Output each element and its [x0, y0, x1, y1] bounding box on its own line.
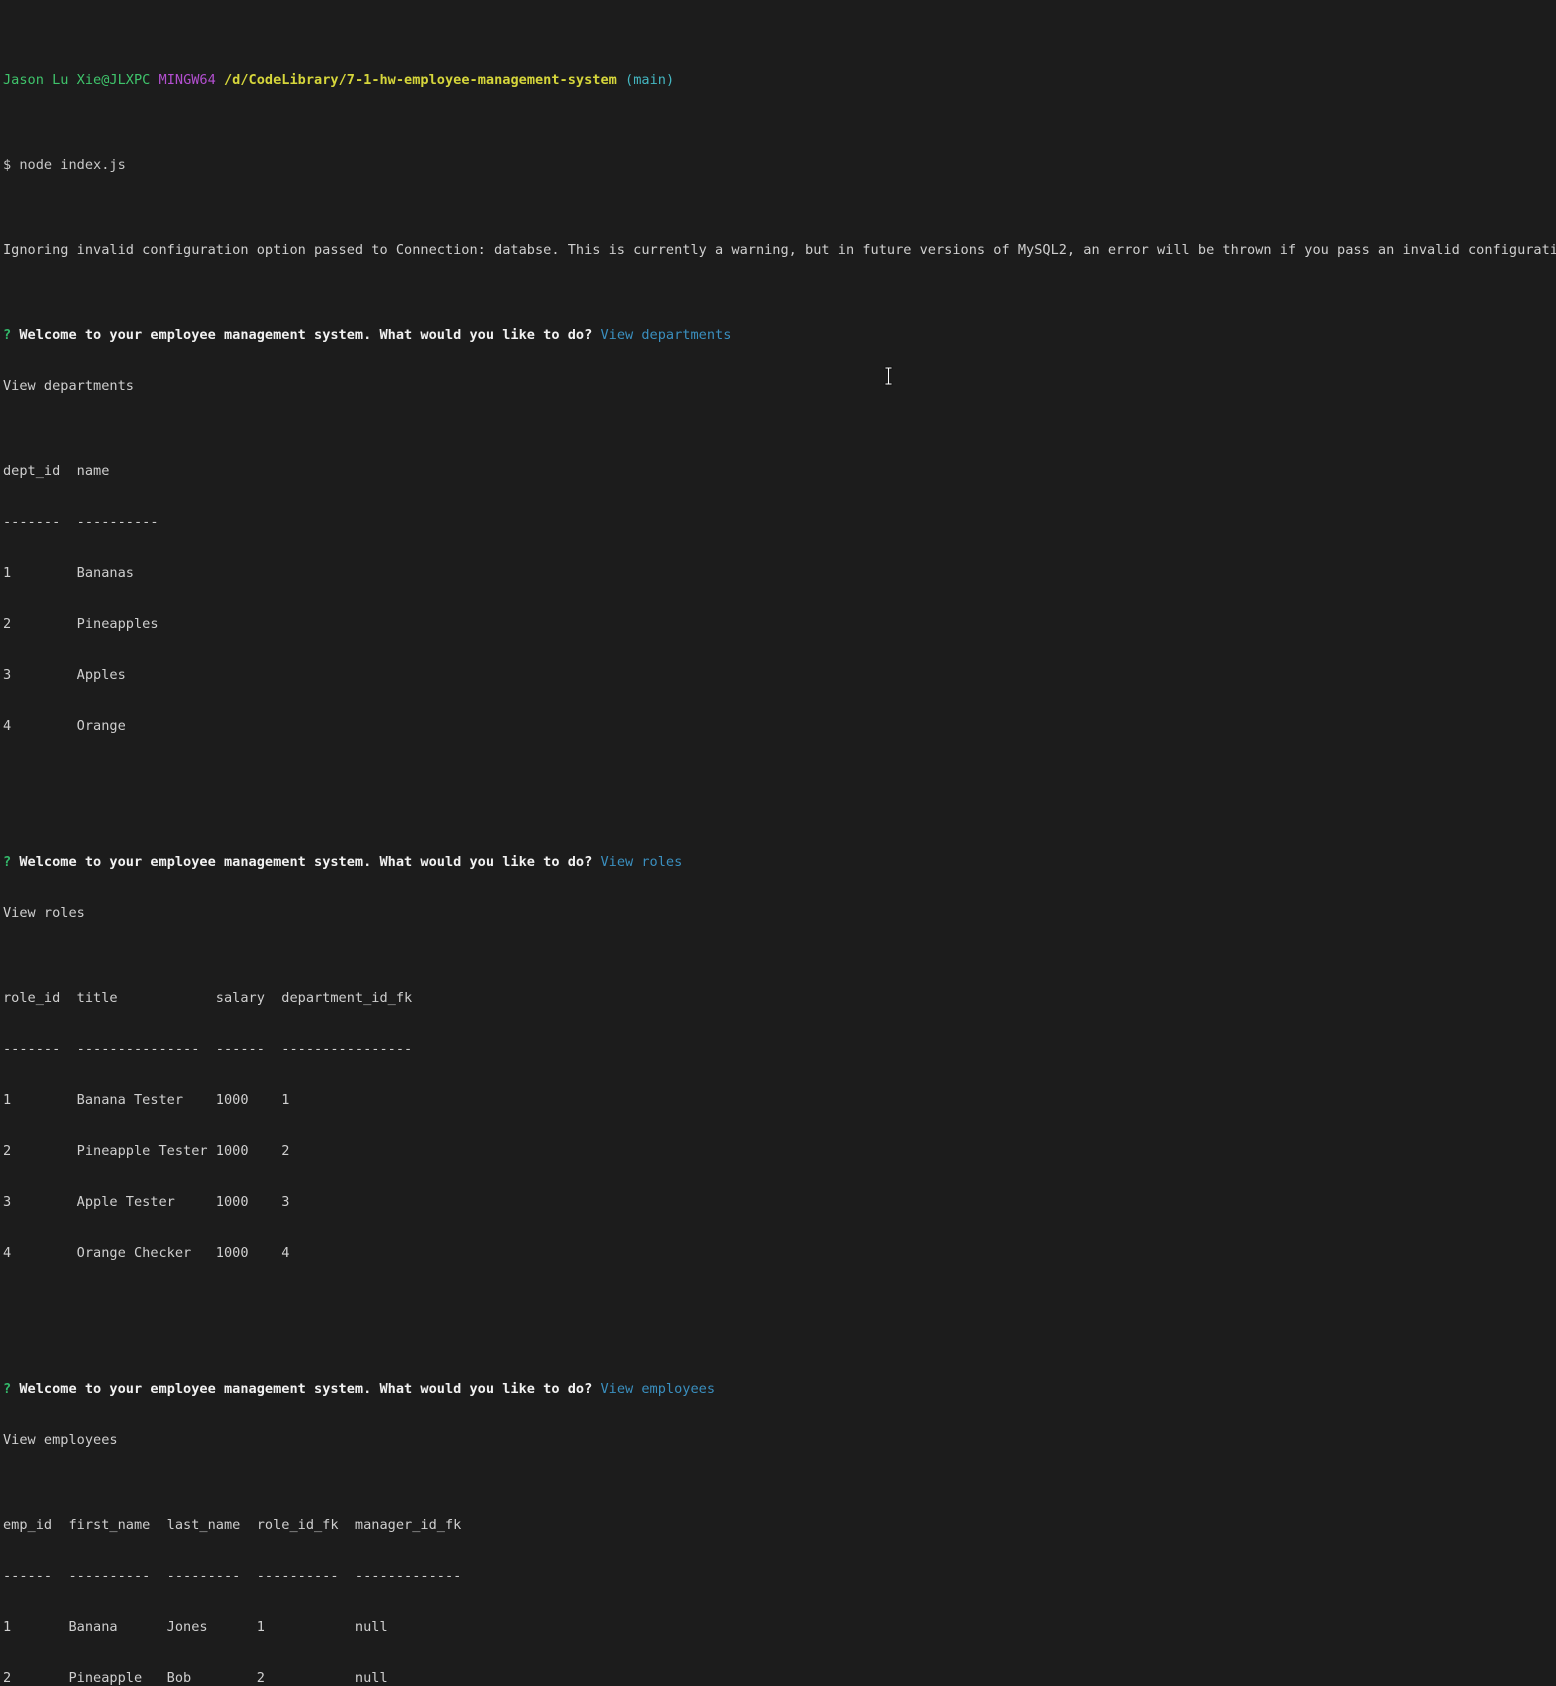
q2-space [11, 854, 19, 870]
table-row: 3 Apple Tester 1000 3 [3, 1194, 290, 1210]
command-line: $ node index.js [3, 157, 1556, 174]
echo-view-roles: View roles [3, 905, 85, 921]
departments-table-separator: ------- ---------- [3, 514, 159, 530]
q3-space2 [592, 1381, 600, 1397]
prompt-user-host: Jason Lu Xie@JLXPC [3, 72, 151, 88]
answer-view-employees[interactable]: View employees [600, 1381, 715, 1397]
prompt-path: /d/CodeLibrary/7-1-hw-employee-managemen… [224, 72, 617, 88]
terminal-window[interactable]: Jason Lu Xie@JLXPC MINGW64 /d/CodeLibrar… [0, 0, 1556, 1686]
prompt-symbol: $ [3, 157, 12, 173]
prompt-git-branch: (main) [625, 72, 675, 88]
table-row: 1 Banana Tester 1000 1 [3, 1092, 290, 1108]
question-line-view-employees: ? Welcome to your employee management sy… [3, 1381, 1556, 1398]
question-mark-icon: ? [3, 1381, 12, 1397]
question-line-view-roles: ? Welcome to your employee management sy… [3, 854, 1556, 871]
table-row: 4 Orange [3, 718, 126, 734]
table-row: 3 Apples [3, 667, 126, 683]
question-text: Welcome to your employee management syst… [19, 854, 593, 870]
answer-view-departments[interactable]: View departments [600, 327, 731, 343]
table-row: 1 Banana Jones 1 null [3, 1619, 388, 1635]
question-mark-icon: ? [3, 854, 12, 870]
question-mark-icon: ? [3, 327, 12, 343]
table-row: 2 Pineapple Bob 2 null [3, 1670, 388, 1686]
employees-table-header: emp_id first_name last_name role_id_fk m… [3, 1517, 462, 1533]
employees-table-separator: ------ ---------- --------- ---------- -… [3, 1568, 462, 1584]
table-row: 2 Pineapple Tester 1000 2 [3, 1143, 290, 1159]
table-row: 4 Orange Checker 1000 4 [3, 1245, 290, 1261]
question-text: Welcome to your employee management syst… [19, 1381, 593, 1397]
q3-space [11, 1381, 19, 1397]
question-text: Welcome to your employee management syst… [19, 327, 593, 343]
prompt-shell-label: MINGW64 [158, 72, 216, 88]
table-row: 1 Bananas [3, 565, 134, 581]
echo-view-employees: View employees [3, 1432, 118, 1448]
mysql-warning-line: Ignoring invalid configuration option pa… [3, 242, 1556, 258]
command-text: node index.js [19, 157, 126, 173]
departments-table-header: dept_id name [3, 463, 159, 479]
answer-view-roles[interactable]: View roles [600, 854, 682, 870]
prompt-space-3 [617, 72, 625, 88]
prompt-space-2 [216, 72, 224, 88]
terminal-screen[interactable]: Jason Lu Xie@JLXPC MINGW64 /d/CodeLibrar… [3, 4, 1556, 1686]
echo-view-departments-1: View departments [3, 378, 134, 394]
question-line-view-departments-1: ? Welcome to your employee management sy… [3, 327, 1556, 344]
roles-table-separator: ------- --------------- ------ ---------… [3, 1041, 413, 1057]
prompt-space-1 [150, 72, 158, 88]
q2-space2 [592, 854, 600, 870]
roles-table-header: role_id title salary department_id_fk [3, 990, 413, 1006]
table-row: 2 Pineapples [3, 616, 159, 632]
shell-prompt-line: Jason Lu Xie@JLXPC MINGW64 /d/CodeLibrar… [3, 72, 1556, 89]
